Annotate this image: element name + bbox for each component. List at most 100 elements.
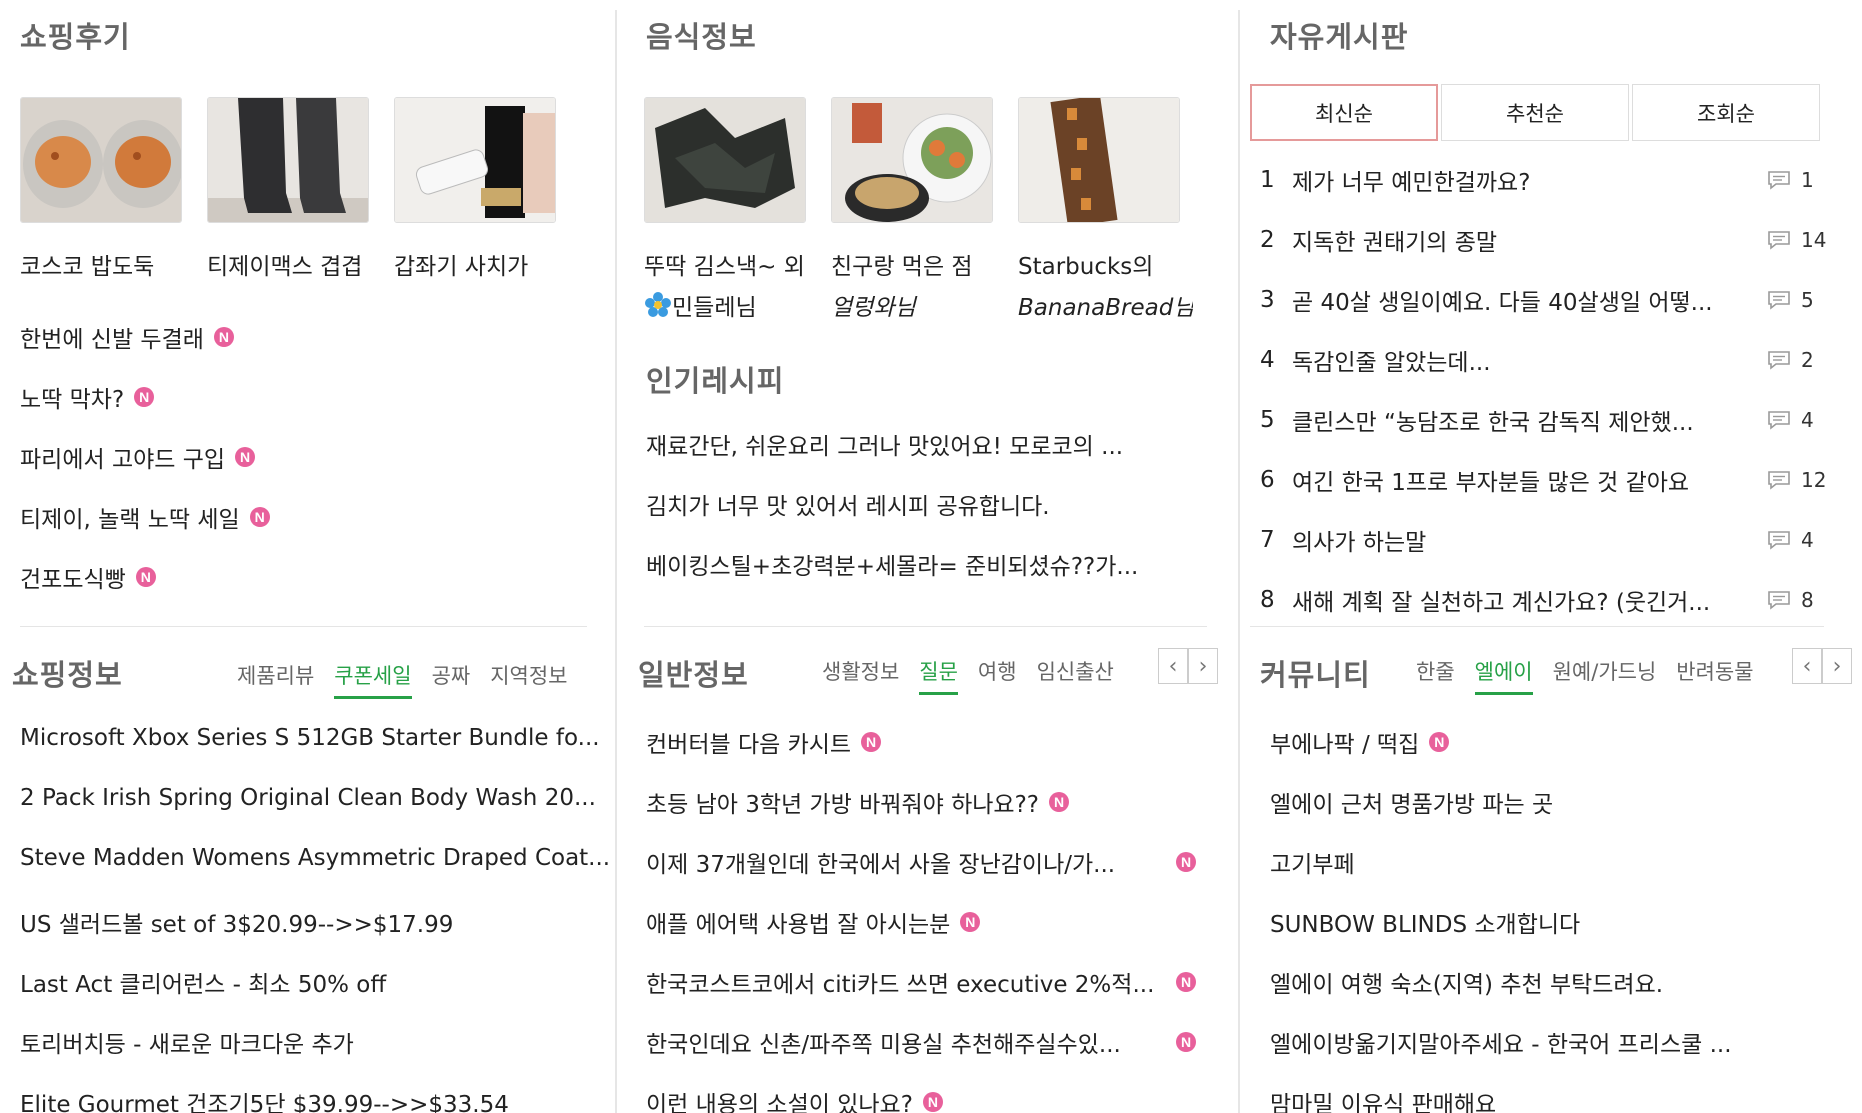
recipe-item[interactable]: 김치가 너무 맛 있어서 레시피 공유합니다. xyxy=(646,487,1050,521)
tab-local-info[interactable]: 지역정보 xyxy=(490,660,567,699)
shopping-review-caption-3[interactable]: 갑좌기 사치가 xyxy=(394,247,569,281)
chevron-left-icon[interactable]: ‹ xyxy=(1792,648,1822,684)
comment-count: 14 xyxy=(1801,228,1827,252)
list-item[interactable]: 토리버치등 - 새로운 마크다운 추가 xyxy=(20,1025,354,1059)
list-item[interactable]: 애플 에어택 사용법 잘 아시는분 N xyxy=(646,905,981,939)
list-item[interactable]: 노딱 막차? N xyxy=(20,380,155,414)
food-info-photo-1[interactable] xyxy=(644,97,806,223)
list-item[interactable]: 한국코스트코에서 citi카드 쓰면 executive 2%적... N xyxy=(646,965,1216,999)
list-item[interactable]: 파리에서 고야드 구입 N xyxy=(20,440,256,474)
list-item[interactable]: 엘에이 근처 명품가방 파는 곳 xyxy=(1270,785,1553,819)
list-item[interactable]: 이제 37개월인데 한국에서 사올 장난감이나/가... N xyxy=(646,845,1216,879)
free-board-row[interactable]: 8 새해 계획 잘 실천하고 계신가요? (웃긴거... 8 xyxy=(1260,583,1830,617)
list-item[interactable]: 이런 내용의 소설이 있나요? N xyxy=(646,1085,943,1113)
post-number: 4 xyxy=(1260,347,1275,373)
shopping-review-caption-1[interactable]: 코스코 밥도둑 xyxy=(20,247,195,281)
list-item[interactable]: Elite Gourmet 건조기5단 $39.99-->>$33.54 xyxy=(20,1085,509,1113)
new-badge: N xyxy=(1049,792,1070,812)
post-title[interactable]: 클린스만 “농담조로 한국 감독직 제안했... xyxy=(1292,403,1757,437)
list-item-text: 이런 내용의 소설이 있나요? xyxy=(646,1092,913,1113)
food-info-caption-3[interactable]: Starbucks의 xyxy=(1018,247,1193,281)
list-item-text: 노딱 막차? xyxy=(20,387,125,413)
chevron-right-icon[interactable]: › xyxy=(1188,648,1218,684)
chevron-right-icon[interactable]: › xyxy=(1822,648,1852,684)
list-item[interactable]: 엘에이 여행 숙소(지역) 추천 부탁드려요. xyxy=(1270,965,1663,999)
comment-count: 12 xyxy=(1801,468,1827,492)
shopping-review-title[interactable]: 쇼핑후기 xyxy=(20,14,131,56)
food-info-author-3[interactable]: BananaBread님 xyxy=(1018,288,1193,322)
tab-travel[interactable]: 여행 xyxy=(978,656,1017,695)
recipe-item[interactable]: 베이킹스틸+초강력분+세몰라= 준비되셨슈??가... xyxy=(646,547,1138,581)
tab-gardening[interactable]: 원예/가드닝 xyxy=(1553,656,1657,695)
popular-recipe-title[interactable]: 인기레시피 xyxy=(646,358,784,400)
list-item[interactable]: 한국인데요 신촌/파주쪽 미용실 추천해주실수있... N xyxy=(646,1025,1216,1059)
tab-life-info[interactable]: 생활정보 xyxy=(822,656,899,695)
list-item[interactable]: US 샐러드볼 set of 3$20.99-->>$17.99 xyxy=(20,905,453,939)
food-info-title[interactable]: 음식정보 xyxy=(646,14,757,56)
tab-coupon-sale[interactable]: 쿠폰세일 xyxy=(334,660,412,699)
shopping-info-title[interactable]: 쇼핑정보 xyxy=(12,652,123,694)
column-right: 자유게시판 최신순 추천순 조회순 1 제가 너무 예민한걸까요? 1 2 지독한 권태… xyxy=(1240,0,1862,1113)
post-title[interactable]: 제가 너무 예민한걸까요? xyxy=(1292,163,1757,197)
column-divider xyxy=(615,10,617,1113)
tab-product-review[interactable]: 제품리뷰 xyxy=(237,660,314,699)
comment-icon xyxy=(1768,291,1790,310)
free-board-row[interactable]: 2 지독한 권태기의 종말 14 xyxy=(1260,223,1830,257)
list-item[interactable]: Microsoft Xbox Series S 512GB Starter Bu… xyxy=(20,725,600,751)
shopping-info-tabs: 제품리뷰 쿠폰세일 공짜 지역정보 xyxy=(237,660,587,699)
free-board-row[interactable]: 5 클린스만 “농담조로 한국 감독직 제안했... 4 xyxy=(1260,403,1830,437)
list-item[interactable]: 고기부페 xyxy=(1270,845,1355,879)
tab-question[interactable]: 질문 xyxy=(919,656,958,695)
free-board-row[interactable]: 7 의사가 하는말 4 xyxy=(1260,523,1830,557)
tab-one-line[interactable]: 한줄 xyxy=(1416,656,1455,695)
shopping-review-photo-2[interactable] xyxy=(207,97,369,223)
post-title[interactable]: 의사가 하는말 xyxy=(1292,523,1757,557)
chevron-left-icon[interactable]: ‹ xyxy=(1158,648,1188,684)
post-title[interactable]: 독감인줄 알았는데... xyxy=(1292,343,1757,377)
list-item[interactable]: 초등 남아 3학년 가방 바꿔줘야 하나요?? N xyxy=(646,785,1070,819)
list-item-text: 컨버터블 다음 카시트 xyxy=(646,732,852,758)
list-item[interactable]: Steve Madden Womens Asymmetric Draped Co… xyxy=(20,845,610,871)
list-item-text: 초등 남아 3학년 가방 바꿔줘야 하나요?? xyxy=(646,792,1040,818)
sort-recommended-tab[interactable]: 추천순 xyxy=(1441,84,1629,141)
list-item[interactable]: 건포도식빵 N xyxy=(20,560,156,594)
general-info-tabs: 생활정보 질문 여행 임신출산 xyxy=(822,656,1134,695)
general-info-title[interactable]: 일반정보 xyxy=(638,652,749,694)
list-item[interactable]: 컨버터블 다음 카시트 N xyxy=(646,725,882,759)
list-item[interactable]: Last Act 클리어런스 - 최소 50% off xyxy=(20,965,386,999)
food-info-author-1[interactable]: 민들레님 xyxy=(644,288,819,322)
list-item[interactable]: 한번에 신발 두결래 N xyxy=(20,320,234,354)
food-info-caption-1[interactable]: 뚜딱 김스낵~ 외 xyxy=(644,247,819,281)
post-title[interactable]: 새해 계획 잘 실천하고 계신가요? (웃긴거... xyxy=(1292,583,1757,617)
tab-la[interactable]: 엘에이 xyxy=(1474,656,1533,695)
list-item-text: 티제이, 놀랙 노딱 세일 xyxy=(20,507,240,533)
list-item[interactable]: SUNBOW BLINDS 소개합니다 xyxy=(1270,905,1580,939)
free-board-title[interactable]: 자유게시판 xyxy=(1270,14,1408,56)
sort-views-tab[interactable]: 조회순 xyxy=(1632,84,1820,141)
post-title[interactable]: 여긴 한국 1프로 부자분들 많은 것 같아요 xyxy=(1292,463,1757,497)
free-board-row[interactable]: 3 곧 40살 생일이예요. 다들 40살생일 어떻... 5 xyxy=(1260,283,1830,317)
post-title[interactable]: 곧 40살 생일이예요. 다들 40살생일 어떻... xyxy=(1292,283,1757,317)
food-info-photo-3[interactable] xyxy=(1018,97,1180,223)
community-title[interactable]: 커뮤니티 xyxy=(1260,652,1371,694)
list-item[interactable]: 맘마밀 이유식 판매해요 xyxy=(1270,1085,1496,1113)
list-item[interactable]: 엘에이방옮기지말아주세요 - 한국어 프리스쿨 ... xyxy=(1270,1025,1732,1059)
shopping-review-caption-2[interactable]: 티제이맥스 겹겹 xyxy=(207,247,382,281)
food-info-caption-2[interactable]: 친구랑 먹은 점 xyxy=(831,247,1006,281)
tab-free[interactable]: 공짜 xyxy=(432,660,471,699)
shopping-review-photo-1[interactable] xyxy=(20,97,182,223)
free-board-row[interactable]: 1 제가 너무 예민한걸까요? 1 xyxy=(1260,163,1830,197)
free-board-row[interactable]: 6 여긴 한국 1프로 부자분들 많은 것 같아요 12 xyxy=(1260,463,1830,497)
list-item[interactable]: 티제이, 놀랙 노딱 세일 N xyxy=(20,500,270,534)
list-item[interactable]: 부에나팍 / 떡집 N xyxy=(1270,725,1450,759)
tab-pets[interactable]: 반려동물 xyxy=(1676,656,1753,695)
tab-pregnancy[interactable]: 임신출산 xyxy=(1037,656,1114,695)
post-title[interactable]: 지독한 권태기의 종말 xyxy=(1292,223,1757,257)
food-info-photo-2[interactable] xyxy=(831,97,993,223)
free-board-row[interactable]: 4 독감인줄 알았는데... 2 xyxy=(1260,343,1830,377)
shopping-review-photo-3[interactable] xyxy=(394,97,556,223)
sort-latest-tab[interactable]: 최신순 xyxy=(1250,84,1438,141)
recipe-item[interactable]: 재료간단, 쉬운요리 그러나 맛있어요! 모로코의 ... xyxy=(646,427,1123,461)
food-info-author-2[interactable]: 얼렁와님 xyxy=(831,288,1006,322)
list-item[interactable]: 2 Pack Irish Spring Original Clean Body … xyxy=(20,785,596,811)
